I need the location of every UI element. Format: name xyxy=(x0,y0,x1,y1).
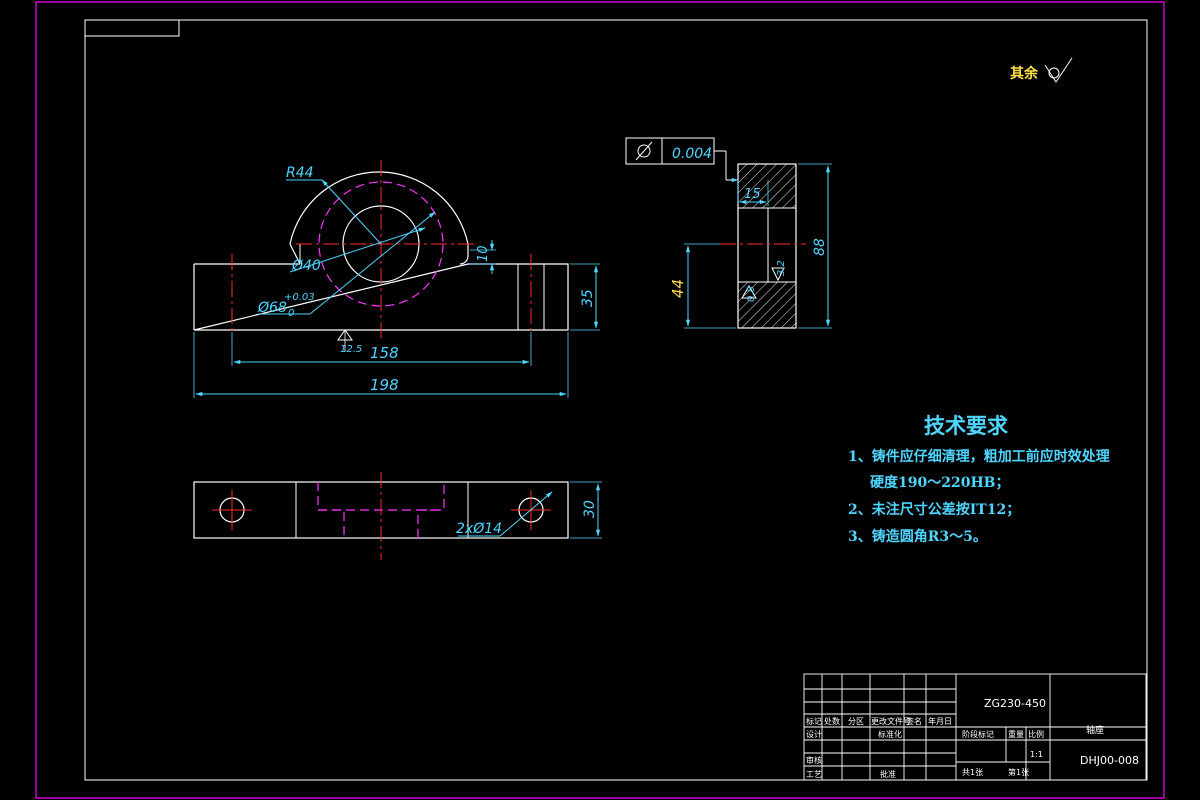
tolerance-value: 0.004 xyxy=(672,146,712,162)
dim-198: 198 xyxy=(370,376,399,394)
dim-r44: R44 xyxy=(286,165,314,181)
tb-approve: 批准 xyxy=(880,769,896,779)
dim-depth-15: 15 xyxy=(744,187,761,202)
surface-finish-text: 其余 xyxy=(1010,65,1039,82)
outer-border xyxy=(35,1,1165,799)
dim-roughness-08: 0.8 xyxy=(746,286,757,302)
tb-design: 设计 xyxy=(806,729,822,739)
tb-sheets-total: 共1张 xyxy=(962,768,983,777)
tb-scale: 1:1 xyxy=(1030,750,1043,759)
dim-holes: 2xØ14 xyxy=(456,521,502,537)
tb-material: ZG230-450 xyxy=(984,697,1046,710)
tb-ratio: 比例 xyxy=(1028,729,1044,739)
inner-frame xyxy=(84,19,1148,781)
requirement-item-3: 3、铸造圆角R3～5。 xyxy=(848,528,987,545)
dim-roughness-base: 12.5 xyxy=(340,344,362,355)
tb-sign: 签名 xyxy=(906,716,922,726)
dim-thickness-30: 30 xyxy=(582,500,598,518)
dim-158: 158 xyxy=(370,344,399,362)
corner-tab xyxy=(84,19,180,37)
requirement-item-1: 1、铸件应仔细清理，粗加工前应时效处理 xyxy=(848,448,1110,465)
dim-roughness-32: 3.2 xyxy=(776,260,787,276)
dim-boss: 10 xyxy=(476,245,491,262)
requirement-item-1b: 硬度190～220HB； xyxy=(870,474,1010,491)
tb-standard: 标准化 xyxy=(878,729,902,739)
tb-stage: 阶段标记 xyxy=(962,729,994,739)
tb-process: 工艺 xyxy=(806,770,822,779)
dim-pitch-tol-lower: 0 xyxy=(288,308,294,319)
tb-drawing-number: DHJ00-008 xyxy=(1080,754,1139,767)
top-view: 2xØ14 30 xyxy=(193,472,602,560)
dim-pitch-tol-upper: +0.03 xyxy=(284,292,315,303)
dim-height-35: 35 xyxy=(580,289,596,307)
requirements-title: 技术要求 xyxy=(924,413,1008,438)
tb-weight: 重量 xyxy=(1008,729,1024,739)
tb-count: 处数 xyxy=(824,716,840,726)
dim-center-44: 44 xyxy=(669,279,687,298)
cad-drawing: 其余 R44 Ø40 Ø68 +0.03 0 10 35 12.5 158 19… xyxy=(35,1,1165,799)
dim-pitch: Ø68 xyxy=(257,300,287,316)
dim-height-88: 88 xyxy=(812,238,828,256)
tb-date: 年月日 xyxy=(928,716,952,726)
tb-part-name: 轴座 xyxy=(1086,724,1104,736)
tb-zone: 分区 xyxy=(848,717,864,726)
requirement-item-2: 2、未注尺寸公差按IT12； xyxy=(848,501,1020,518)
surface-finish-note: 其余 xyxy=(1010,57,1073,83)
tb-mark: 标记 xyxy=(806,716,822,726)
dim-bore: Ø40 xyxy=(291,258,321,274)
title-block-text: 标记 处数 分区 更改文件号 签名 年月日 设计 标准化 审核 工艺 批准 ZG… xyxy=(806,697,1139,779)
technical-requirements: 技术要求 1、铸件应仔细清理，粗加工前应时效处理 硬度190～220HB； 2、… xyxy=(848,413,1110,545)
front-housing-arc xyxy=(289,171,469,265)
tb-sheet-no: 第1张 xyxy=(1008,767,1029,777)
front-view: R44 Ø40 Ø68 +0.03 0 10 35 12.5 158 198 xyxy=(193,160,600,398)
tb-review: 审核 xyxy=(806,755,822,765)
side-view: 0.004 15 88 44 3.2 0.8 xyxy=(625,137,832,329)
tb-docno: 更改文件号 xyxy=(871,716,911,726)
